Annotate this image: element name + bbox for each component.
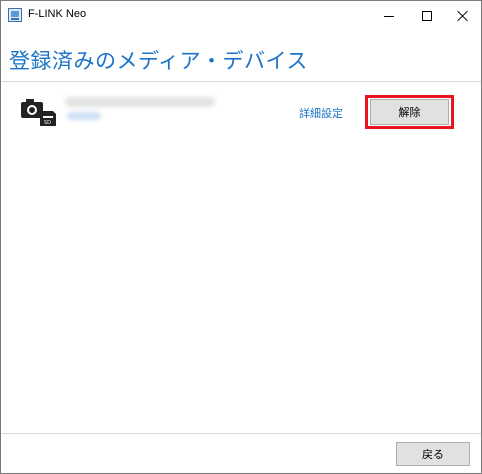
back-button[interactable]: 戻る bbox=[396, 442, 470, 466]
heading-divider bbox=[2, 81, 481, 82]
footer-divider bbox=[2, 433, 481, 434]
device-list-item: SD 詳細設定 解除 bbox=[1, 91, 481, 131]
maximize-button[interactable] bbox=[409, 1, 445, 31]
close-icon bbox=[457, 10, 469, 22]
close-button[interactable] bbox=[445, 1, 481, 31]
device-name-redacted bbox=[65, 97, 215, 107]
remove-button[interactable]: 解除 bbox=[370, 99, 449, 125]
device-info-redacted bbox=[67, 112, 101, 120]
minimize-icon bbox=[384, 15, 394, 17]
svg-text:SD: SD bbox=[44, 120, 51, 126]
minimize-button[interactable] bbox=[371, 1, 407, 31]
app-icon bbox=[8, 8, 22, 22]
window-title: F-LINK Neo bbox=[28, 8, 87, 20]
title-bar[interactable]: F-LINK Neo bbox=[1, 1, 481, 31]
camera-sd-card-icon: SD bbox=[20, 99, 58, 127]
detail-settings-link[interactable]: 詳細設定 bbox=[299, 105, 343, 121]
page-title: 登録済みのメディア・デバイス bbox=[9, 49, 308, 73]
app-window: F-LINK Neo 登録済みのメディア・デバイス SD 詳細設定 解除 戻る bbox=[0, 0, 482, 474]
maximize-icon bbox=[422, 11, 432, 21]
